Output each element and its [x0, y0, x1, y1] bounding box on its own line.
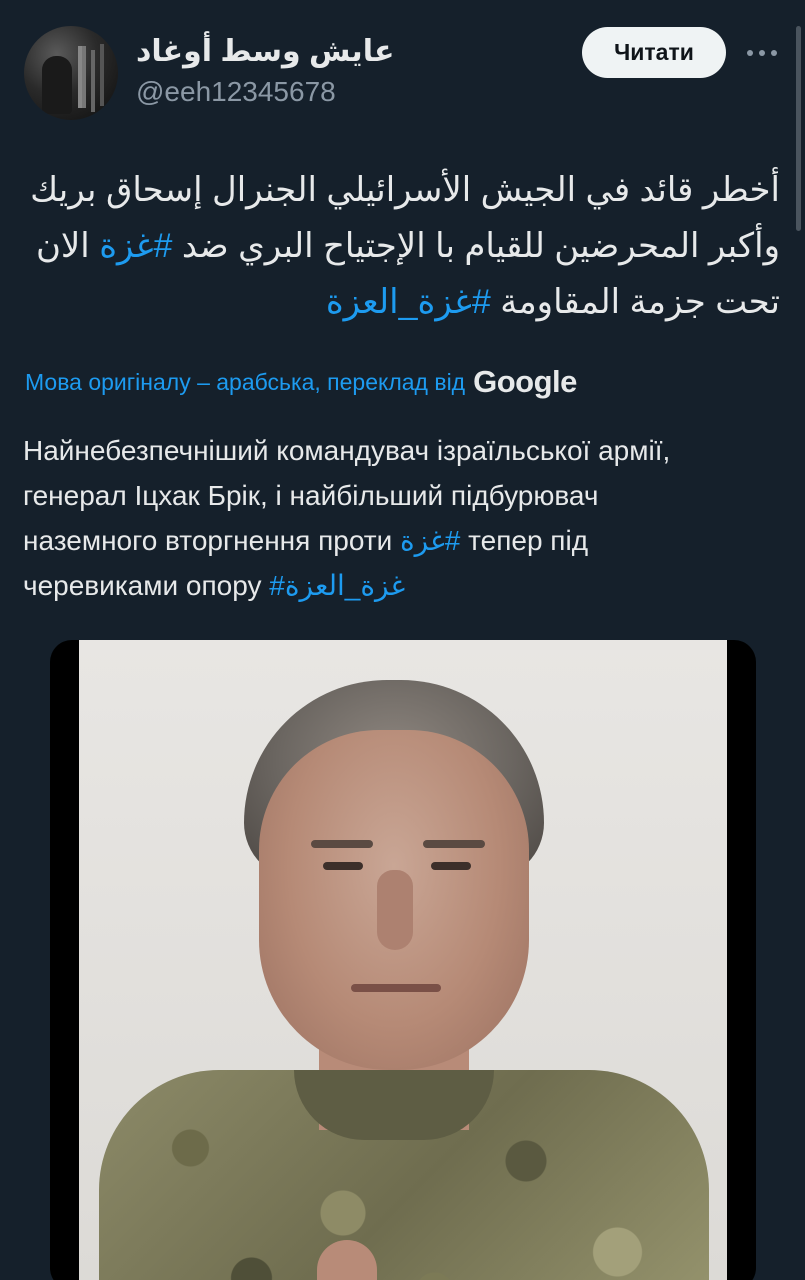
- translated-line-1: Найнебезпечніший командувач ізраїльської…: [23, 435, 671, 466]
- translated-line-4: черевиками опору #غزة_العزة: [23, 570, 406, 601]
- hashtag-link[interactable]: غزة#: [400, 525, 460, 556]
- photo-nose: [377, 870, 413, 950]
- photo-left-eye: [323, 862, 363, 870]
- hashtag-link[interactable]: #غزة_العزة: [326, 283, 491, 321]
- read-button[interactable]: Читати: [582, 27, 726, 78]
- photo-right-brow: [423, 840, 485, 848]
- photo-content: [79, 640, 727, 1280]
- tweet-line-1: أخطر قائد في الجيش الأسرائيلي الجنرال إس…: [30, 171, 780, 209]
- tweet-text-translated: Найнебезпечніший командувач ізраїльської…: [23, 428, 783, 608]
- google-logo: Google: [473, 364, 577, 399]
- tweet-photo[interactable]: [50, 640, 756, 1280]
- author-handle[interactable]: @eeh12345678: [136, 76, 336, 108]
- photo-mouth: [351, 984, 441, 992]
- avatar-bars: [82, 46, 86, 108]
- hashtag-link[interactable]: #غزة_العزة: [269, 570, 405, 601]
- more-horizontal-icon[interactable]: [742, 40, 782, 66]
- translated-line-2: генерал Іцхак Брік, і найбільший підбурю…: [23, 480, 599, 511]
- translated-line-3: наземного вторгнення проти غزة# тепер пі…: [23, 525, 589, 556]
- photo-left-brow: [311, 840, 373, 848]
- scrollbar[interactable]: [796, 26, 801, 231]
- translation-label[interactable]: Мова оригіналу – арабська, переклад від: [25, 369, 465, 396]
- translation-notice[interactable]: Мова оригіналу – арабська, переклад від …: [25, 364, 577, 400]
- avatar[interactable]: [24, 26, 118, 120]
- tweet-line-3: تحت جزمة المقاومة #غزة_العزة: [325, 283, 780, 321]
- hashtag-link[interactable]: #غزة: [99, 227, 172, 265]
- tweet-line-2: وأكبر المحرضين للقيام با الإجتياح البري …: [35, 227, 780, 265]
- author-display-name[interactable]: عايش وسط أوغاد: [136, 34, 394, 69]
- tweet-page: عايش وسط أوغاد @eeh12345678 Читати أخطر …: [0, 0, 805, 1280]
- tweet-text-original: أخطر قائد في الجيش الأسرائيلي الجنرال إس…: [30, 162, 780, 330]
- photo-right-eye: [431, 862, 471, 870]
- avatar-figure: [42, 56, 72, 114]
